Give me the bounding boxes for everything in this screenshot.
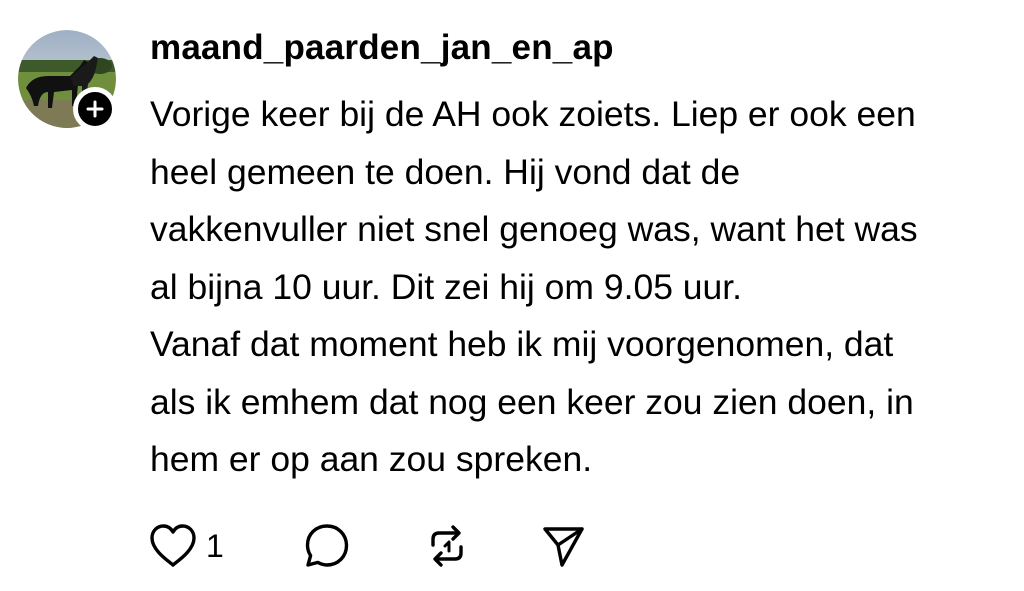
send-icon xyxy=(543,527,584,567)
comment-icon xyxy=(305,524,349,567)
post-text-line: al bijna 10 uur. Dit zei hij om 9.05 uur… xyxy=(150,266,743,307)
follow-button[interactable] xyxy=(73,87,117,131)
post-text: Vorige keer bij de AH ook zoiets. Liep e… xyxy=(150,86,1010,489)
repost-button[interactable] xyxy=(424,522,470,570)
post-text-line: heel gemeen te doen. Hij vond dat de xyxy=(150,151,741,192)
like-count: 1 xyxy=(206,528,224,564)
reply-button[interactable] xyxy=(304,522,350,570)
post-text-line: vakkenvuller niet snel genoeg was, want … xyxy=(150,209,918,249)
thread-post: maand_paarden_jan_en_ap Vorige keer bij … xyxy=(0,0,1024,591)
post-text-line: Vorige keer bij de AH ook zoiets. Liep e… xyxy=(150,94,916,134)
share-button[interactable] xyxy=(540,522,586,570)
avatar-container xyxy=(18,30,117,131)
post-text-line: hem er op aan zou spreken. xyxy=(150,439,593,479)
repost-icon xyxy=(431,525,463,567)
username[interactable]: maand_paarden_jan_en_ap xyxy=(150,26,614,70)
post-text-line: als ik emhem dat nog een keer zou zien d… xyxy=(150,381,914,422)
post-text-line: Vanaf dat moment heb ik mij voorgenomen,… xyxy=(150,324,894,364)
like-button[interactable]: 1 xyxy=(148,522,224,570)
plus-icon xyxy=(86,100,104,118)
heart-icon xyxy=(150,524,196,567)
